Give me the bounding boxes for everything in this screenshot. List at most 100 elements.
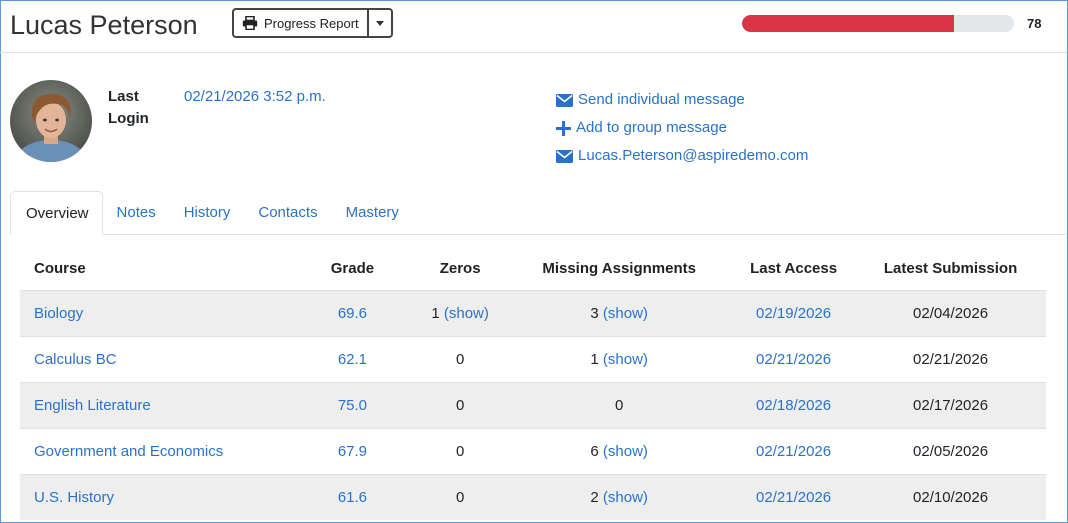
latest-submission-cell: 02/05/2026 (855, 428, 1046, 475)
course-link[interactable]: Biology (34, 305, 83, 322)
latest-submission-cell: 02/10/2026 (855, 474, 1046, 520)
course-link[interactable]: English Literature (34, 397, 151, 414)
latest-submission-value: 02/17/2026 (913, 397, 989, 414)
column-header-course: Course (34, 259, 86, 277)
course-link[interactable]: Government and Economics (34, 443, 223, 460)
tab-contacts[interactable]: Contacts (244, 191, 331, 235)
zeros-cell: 0 (413, 474, 507, 520)
grade-link[interactable]: 62.1 (338, 351, 367, 368)
zeros-cell: 0 (413, 382, 507, 429)
missing-count: 3 (590, 305, 599, 322)
zeros-show-link[interactable]: (show) (444, 305, 489, 322)
column-header-latest-submission: Latest Submission (883, 259, 1018, 277)
grade-link[interactable]: 61.6 (338, 489, 367, 506)
progress-value: 78 (1027, 16, 1042, 31)
table-row: English Literature 75.0 0 0 02/18/2026 02/17/… (20, 382, 1046, 429)
last-access-link[interactable]: 02/19/2026 (756, 305, 831, 322)
zeros-cell: 1 (show) (413, 290, 507, 337)
missing-show-link[interactable]: (show) (603, 489, 648, 506)
table-row: Biology 69.6 1 (show) 3 (show) 02/19/2026 02/… (20, 290, 1046, 337)
table-row: Calculus BC 62.1 0 1 (show) 02/21/2026 02/21/… (20, 336, 1046, 383)
missing-assignments-cell: 2 (show) (506, 474, 733, 520)
envelope-icon (556, 93, 573, 107)
last-access-cell: 02/21/2026 (732, 474, 856, 520)
zeros-count: 0 (455, 489, 465, 506)
progress-report-button-group: Progress Report (232, 8, 393, 38)
progress-report-label: Progress Report (264, 15, 359, 31)
grade-cell: 67.9 (290, 428, 414, 475)
column-header-zeros: Zeros (439, 259, 481, 277)
courses-table: Course Grade Zeros Missing Assignments L… (20, 246, 1046, 520)
last-login-label: Last Login (108, 88, 149, 127)
table-row: U.S. History 61.6 0 2 (show) 02/21/2026 02/10… (20, 474, 1046, 520)
tab-history[interactable]: History (170, 191, 245, 235)
progress-bar (742, 15, 1014, 32)
latest-submission-cell: 02/21/2026 (855, 336, 1046, 383)
avatar-image (10, 80, 92, 162)
last-login-value: 02/21/2026 3:52 p.m. (184, 88, 326, 105)
latest-submission-cell: 02/17/2026 (855, 382, 1046, 429)
last-access-cell: 02/18/2026 (732, 382, 856, 429)
send-individual-message-link[interactable]: Send individual message (556, 86, 808, 114)
send-individual-message-label: Send individual message (578, 91, 745, 108)
course-cell: Biology (20, 290, 291, 337)
last-access-cell: 02/19/2026 (732, 290, 856, 337)
tab-mastery[interactable]: Mastery (332, 191, 413, 235)
latest-submission-value: 02/05/2026 (913, 443, 989, 460)
missing-count: 1 (590, 351, 599, 368)
missing-assignments-cell: 0 (506, 382, 733, 429)
tab-divider (10, 234, 1066, 235)
student-name: Lucas Peterson (10, 10, 198, 40)
zeros-count: 0 (455, 397, 465, 414)
tab-notes[interactable]: Notes (103, 191, 170, 235)
add-to-group-message-link[interactable]: Add to group message (556, 114, 808, 142)
last-access-link[interactable]: 02/21/2026 (756, 489, 831, 506)
progress-report-button[interactable]: Progress Report (232, 8, 369, 38)
zeros-count: 0 (455, 443, 465, 460)
avatar (10, 80, 92, 162)
add-to-group-message-label: Add to group message (576, 119, 727, 136)
course-link[interactable]: U.S. History (34, 489, 114, 506)
missing-show-link[interactable]: (show) (603, 351, 648, 368)
latest-submission-cell: 02/04/2026 (855, 290, 1046, 337)
grade-cell: 62.1 (290, 336, 414, 383)
missing-count: 0 (614, 397, 624, 414)
missing-assignments-cell: 6 (show) (506, 428, 733, 475)
last-access-link[interactable]: 02/21/2026 (756, 351, 831, 368)
table-row: Government and Economics 67.9 0 6 (show) 02/… (20, 428, 1046, 475)
grade-link[interactable]: 75.0 (338, 397, 367, 414)
envelope-icon (556, 149, 573, 163)
course-link[interactable]: Calculus BC (34, 351, 117, 368)
zeros-cell: 0 (413, 336, 507, 383)
zeros-count: 0 (455, 351, 465, 368)
header-divider (0, 52, 1066, 53)
tab-overview[interactable]: Overview (10, 191, 103, 235)
latest-submission-value: 02/04/2026 (913, 305, 989, 322)
missing-show-link[interactable]: (show) (603, 443, 648, 460)
last-access-link[interactable]: 02/21/2026 (756, 443, 831, 460)
grade-cell: 69.6 (290, 290, 414, 337)
email-label: Lucas.Peterson@aspiredemo.com (578, 147, 809, 164)
tab-bar: Overview Notes History Contacts Mastery (10, 191, 413, 235)
email-link[interactable]: Lucas.Peterson@aspiredemo.com (556, 142, 808, 170)
missing-assignments-cell: 1 (show) (506, 336, 733, 383)
column-header-grade: Grade (330, 259, 375, 277)
grade-cell: 61.6 (290, 474, 414, 520)
table-header-row: Course Grade Zeros Missing Assignments L… (20, 246, 1046, 291)
course-cell: Calculus BC (20, 336, 291, 383)
column-header-last-access: Last Access (750, 259, 838, 277)
course-cell: English Literature (20, 382, 291, 429)
missing-count: 2 (590, 489, 599, 506)
grade-link[interactable]: 67.9 (338, 443, 367, 460)
zeros-count: 1 (431, 305, 440, 322)
missing-count: 6 (590, 443, 599, 460)
grade-link[interactable]: 69.6 (338, 305, 367, 322)
last-access-cell: 02/21/2026 (732, 428, 856, 475)
missing-show-link[interactable]: (show) (603, 305, 648, 322)
progress-bar-fill (742, 15, 955, 32)
zeros-cell: 0 (413, 428, 507, 475)
last-access-link[interactable]: 02/18/2026 (756, 397, 831, 414)
progress-report-dropdown-toggle[interactable] (366, 8, 393, 38)
plus-icon (556, 120, 571, 136)
contact-actions: Send individual message Add to group mes… (556, 86, 808, 170)
